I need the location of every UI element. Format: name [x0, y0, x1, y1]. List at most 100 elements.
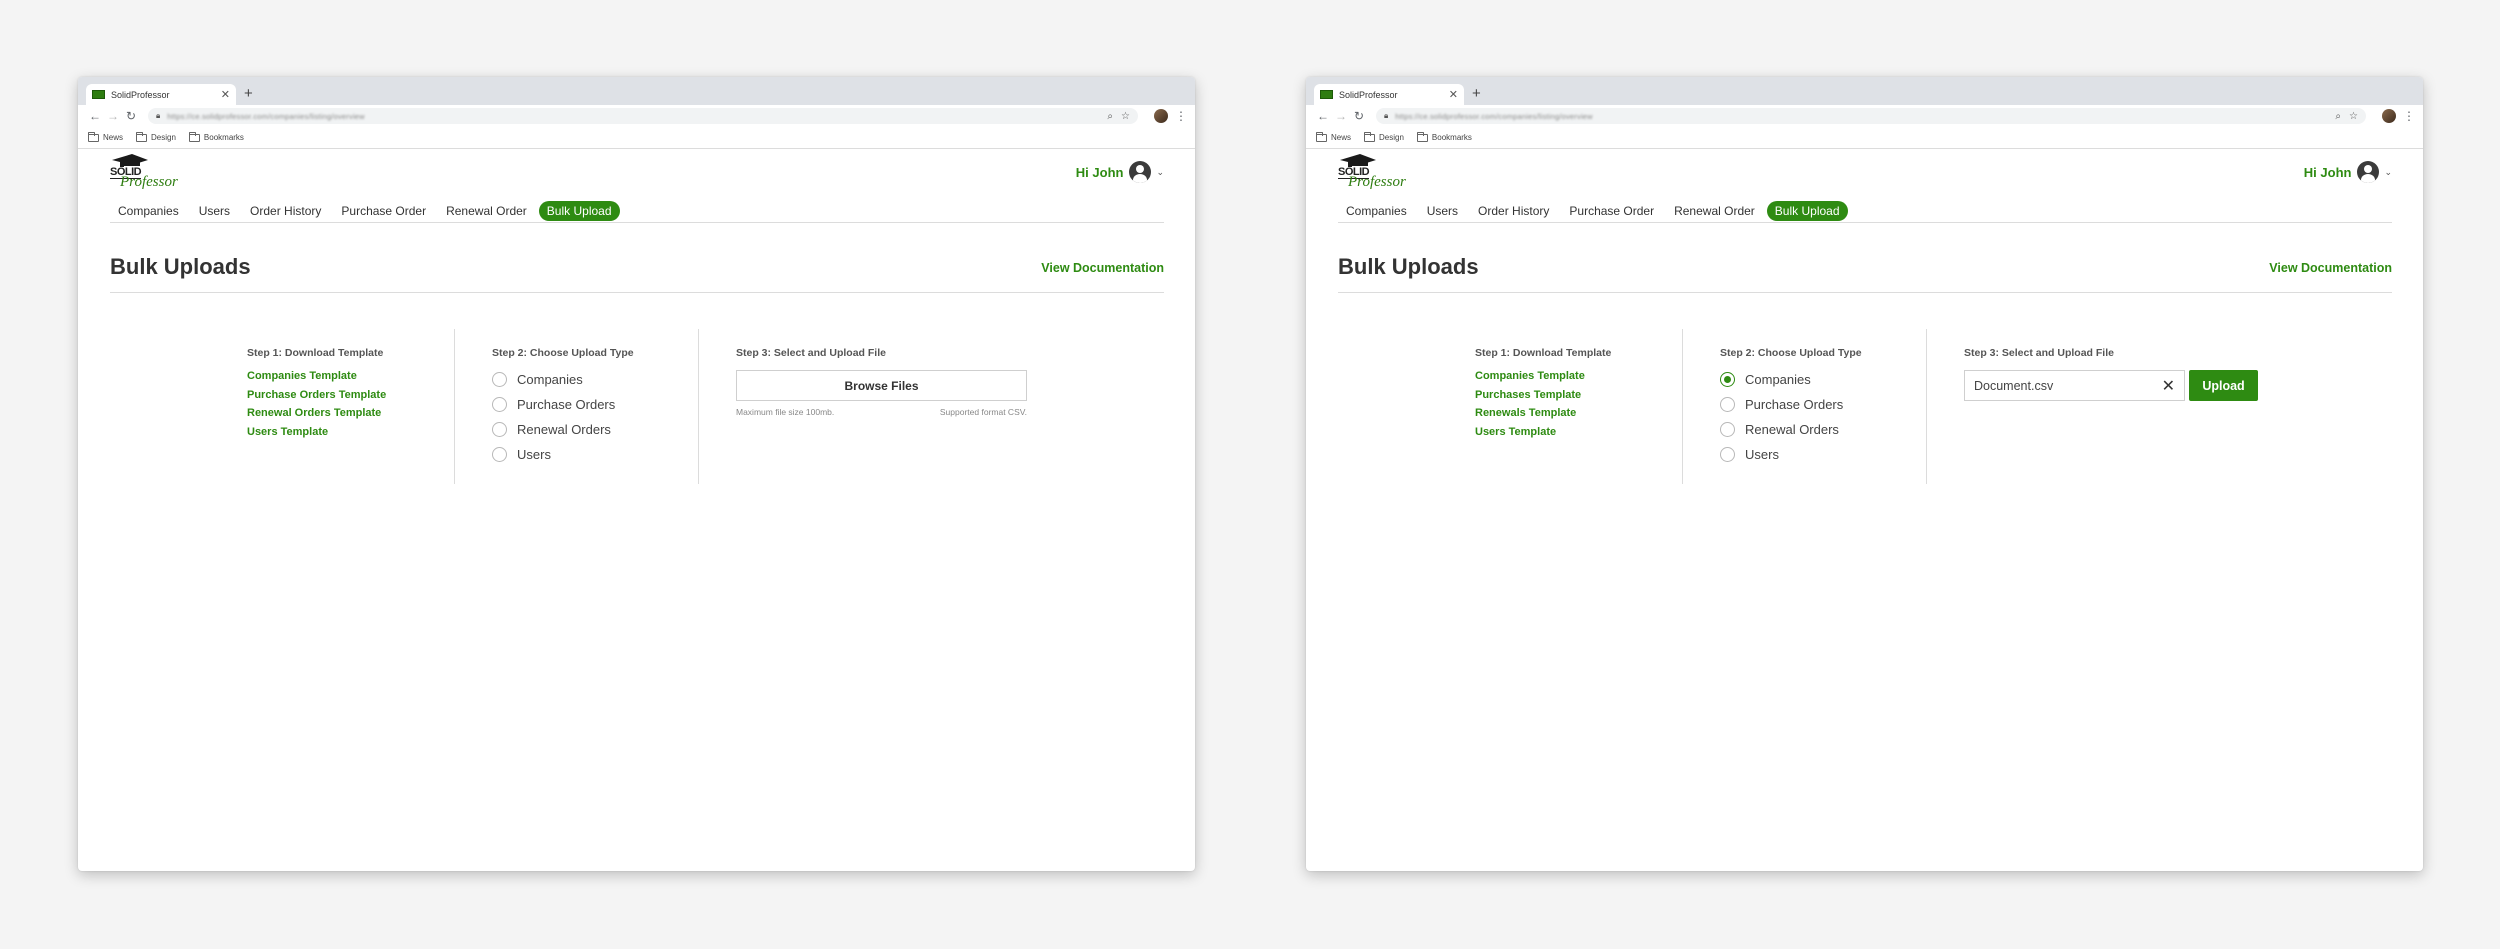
radio-button[interactable] [492, 422, 507, 437]
new-tab-icon[interactable]: + [1472, 85, 1481, 102]
back-icon[interactable]: ← [86, 109, 104, 123]
template-link-companies[interactable]: Companies Template [1475, 369, 1683, 385]
site-favicon-icon [92, 90, 105, 99]
bookmark-bookmarks[interactable]: Bookmarks [1416, 131, 1472, 142]
greeting-text: Hi John [2303, 164, 2352, 180]
view-documentation-link[interactable]: View Documentation [2269, 261, 2392, 275]
logo-text-professor: Professor [120, 174, 178, 190]
template-link-users[interactable]: Users Template [1475, 425, 1683, 441]
radio-button[interactable] [1720, 422, 1735, 437]
user-menu[interactable]: Hi John ⌄ [2304, 161, 2392, 183]
radio-button[interactable] [1720, 447, 1735, 462]
selected-file-field[interactable]: Document.csv ✕ [1964, 370, 2185, 401]
solidprofessor-logo[interactable]: SOLID Professor [110, 154, 190, 192]
profile-avatar-icon[interactable] [2382, 109, 2396, 123]
folder-icon [88, 131, 99, 142]
template-link-users[interactable]: Users Template [247, 425, 455, 441]
url-text: https://ce.solidprofessor.com/companies/… [1395, 111, 1593, 121]
nav-companies[interactable]: Companies [1338, 201, 1415, 221]
bookmark-design[interactable]: Design [136, 131, 176, 142]
step3-title: Step 3: Select and Upload File [1964, 347, 2114, 359]
bookmark-news[interactable]: News [1316, 131, 1352, 142]
app-page: SOLID Professor Hi John ⌄ Companies User… [78, 149, 1195, 849]
reload-icon[interactable]: ↻ [122, 109, 140, 123]
radio-option-users[interactable]: Users [492, 442, 699, 467]
solidprofessor-logo[interactable]: SOLID Professor [1338, 154, 1418, 192]
forward-icon[interactable]: → [1332, 109, 1350, 123]
view-documentation-link[interactable]: View Documentation [1041, 261, 1164, 275]
template-link-purchases[interactable]: Purchases Template [1475, 388, 1683, 404]
nav-purchase-order[interactable]: Purchase Order [1561, 201, 1662, 221]
step1-title: Step 1: Download Template [247, 347, 384, 359]
user-menu[interactable]: Hi John ⌄ [1076, 161, 1164, 183]
radio-label: Purchase Orders [1745, 397, 1844, 412]
radio-label: Users [1745, 447, 1779, 462]
bookmark-bookmarks[interactable]: Bookmarks [188, 131, 244, 142]
template-link-renewal-orders[interactable]: Renewal Orders Template [247, 406, 455, 422]
browser-window-initial: SolidProfessor ✕ + ← → ↻ 🔒︎ https://ce.s… [78, 77, 1195, 871]
page-title: Bulk Uploads [110, 254, 251, 279]
profile-avatar-icon[interactable] [1154, 109, 1168, 123]
template-link-purchase-orders[interactable]: Purchase Orders Template [247, 388, 455, 404]
template-link-companies[interactable]: Companies Template [247, 369, 455, 385]
bookmark-news[interactable]: News [88, 131, 124, 142]
nav-users[interactable]: Users [1419, 201, 1466, 221]
bookmark-label: Bookmarks [1431, 133, 1472, 142]
upload-button[interactable]: Upload [2189, 370, 2258, 401]
radio-button-selected[interactable] [1720, 372, 1735, 387]
star-icon[interactable]: ☆ [2349, 111, 2358, 122]
browser-toolbar: ← → ↻ 🔒︎ https://ce.solidprofessor.com/c… [1306, 105, 2423, 127]
radio-option-renewal-orders[interactable]: Renewal Orders [492, 417, 699, 442]
file-name: Document.csv [1974, 378, 2054, 393]
radio-option-renewal-orders[interactable]: Renewal Orders [1720, 417, 1927, 442]
nav-companies[interactable]: Companies [110, 201, 187, 221]
nav-bulk-upload[interactable]: Bulk Upload [538, 201, 620, 221]
radio-button[interactable] [492, 372, 507, 387]
address-bar[interactable]: 🔒︎ https://ce.solidprofessor.com/compani… [1376, 108, 2366, 124]
tab-close-icon[interactable]: ✕ [1449, 88, 1458, 101]
nav-users[interactable]: Users [191, 201, 238, 221]
nav-purchase-order[interactable]: Purchase Order [333, 201, 434, 221]
bookmarks-bar: News Design Bookmarks [1306, 127, 2423, 149]
address-bar[interactable]: 🔒︎ https://ce.solidprofessor.com/compani… [148, 108, 1138, 124]
radio-option-users[interactable]: Users [1720, 442, 1927, 467]
bookmark-label: News [103, 133, 124, 142]
radio-option-companies[interactable]: Companies [492, 367, 699, 392]
tab-close-icon[interactable]: ✕ [221, 88, 230, 101]
template-link-renewals[interactable]: Renewals Template [1475, 406, 1683, 422]
max-size-hint: Maximum file size 100mb. [736, 407, 835, 417]
folder-icon [1416, 131, 1428, 142]
chevron-down-icon: ⌄ [2384, 166, 2392, 177]
browser-tab[interactable]: SolidProfessor ✕ [86, 84, 236, 105]
close-icon[interactable]: ✕ [2162, 376, 2175, 396]
greeting-text: Hi John [1075, 164, 1124, 180]
nav-renewal-order[interactable]: Renewal Order [1666, 201, 1763, 221]
forward-icon[interactable]: → [104, 109, 122, 123]
nav-order-history[interactable]: Order History [1470, 201, 1557, 221]
search-icon[interactable]: ⌕ [2335, 111, 2341, 122]
radio-option-companies[interactable]: Companies [1720, 367, 1927, 392]
star-icon[interactable]: ☆ [1121, 111, 1130, 122]
radio-button[interactable] [492, 447, 507, 462]
bookmark-design[interactable]: Design [1364, 131, 1404, 142]
radio-button[interactable] [1720, 397, 1735, 412]
search-icon[interactable]: ⌕ [1107, 111, 1113, 122]
nav-order-history[interactable]: Order History [242, 201, 329, 221]
new-tab-icon[interactable]: + [244, 85, 253, 102]
kebab-menu-icon[interactable]: ⋮ [1175, 109, 1187, 123]
back-icon[interactable]: ← [1314, 109, 1332, 123]
format-hint: Supported format CSV. [939, 407, 1027, 417]
step2-column: Step 2: Choose Upload Type Companies Pur… [454, 329, 699, 484]
reload-icon[interactable]: ↻ [1350, 109, 1368, 123]
browser-tab[interactable]: SolidProfessor ✕ [1314, 84, 1464, 105]
nav-renewal-order[interactable]: Renewal Order [438, 201, 535, 221]
kebab-menu-icon[interactable]: ⋮ [2403, 109, 2415, 123]
browse-files-button[interactable]: Browse Files [736, 370, 1027, 401]
radio-option-purchase-orders[interactable]: Purchase Orders [1720, 392, 1927, 417]
tab-strip: SolidProfessor ✕ + [78, 77, 1195, 105]
bookmark-label: News [1331, 133, 1352, 142]
nav-bulk-upload[interactable]: Bulk Upload [1766, 201, 1848, 221]
radio-button[interactable] [492, 397, 507, 412]
radio-option-purchase-orders[interactable]: Purchase Orders [492, 392, 699, 417]
logo-text-professor: Professor [1348, 174, 1406, 190]
